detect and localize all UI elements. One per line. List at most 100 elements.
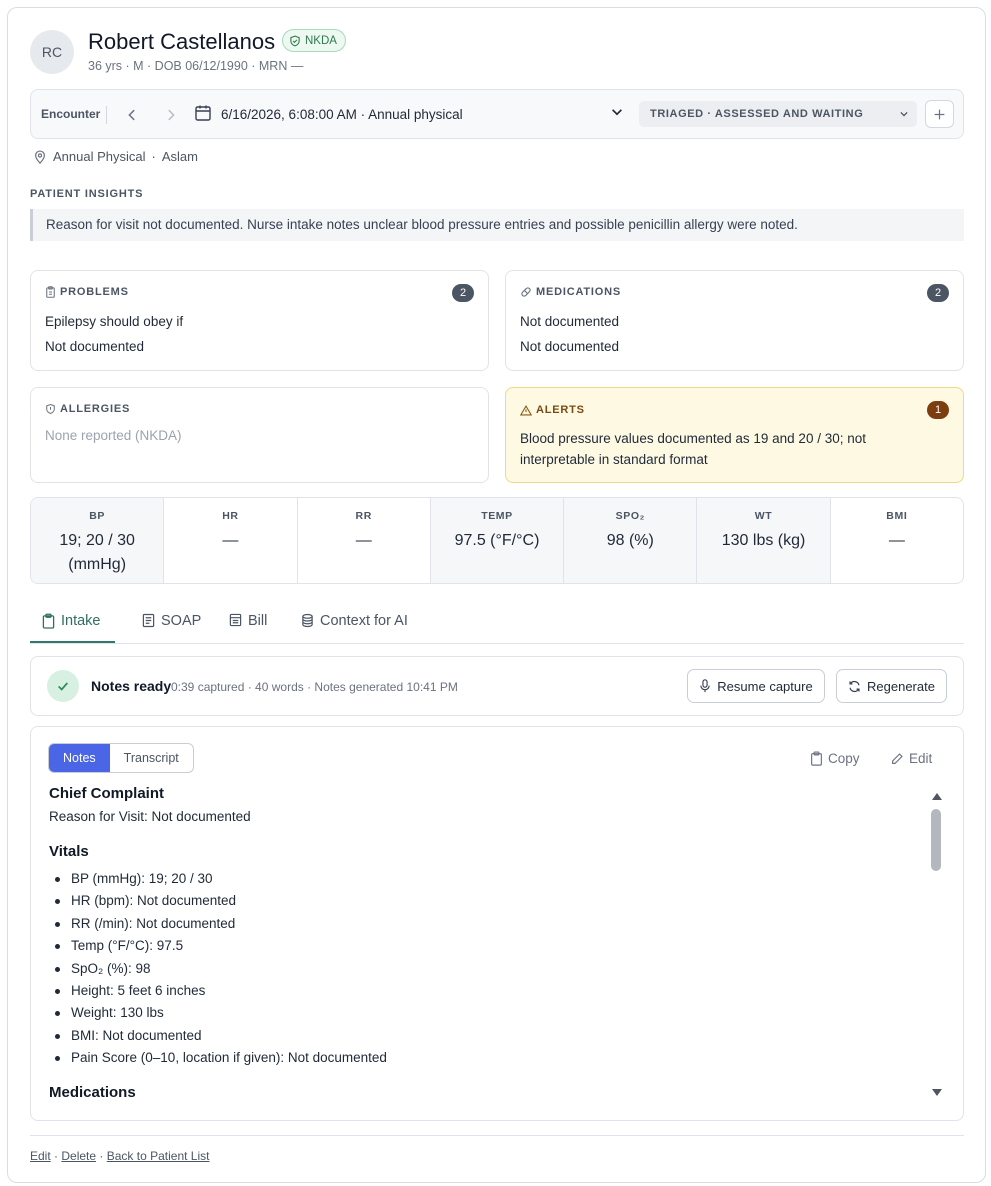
notes-view-toggle: Notes Transcript	[48, 743, 194, 773]
avatar-initials: RC	[41, 44, 63, 60]
vital-value: 130 lbs (kg)	[721, 532, 806, 549]
chevron-left-icon	[128, 109, 135, 121]
notes-ready-title: Notes ready	[91, 678, 172, 694]
problems-title-row: PROBLEMS	[45, 286, 129, 298]
tab-label: SOAP	[161, 613, 202, 629]
pencil-icon	[892, 753, 903, 764]
chief-complaint-text: Reason for Visit: Not documented	[49, 809, 251, 824]
vital-bmi: BMI —	[831, 498, 963, 583]
divider	[106, 106, 107, 124]
encounter-status-value: TRIAGED · ASSESSED AND WAITING	[650, 108, 864, 120]
previous-encounter-button[interactable]	[121, 104, 143, 126]
problem-item: Epilepsy should obey if	[45, 314, 184, 329]
list-item: Weight: 130 lbs	[49, 1002, 929, 1024]
provider-name: Aslam	[161, 149, 198, 164]
encounter-bar: Encounter 6/16/2026, 6:08:00 AM · Annual…	[30, 89, 964, 139]
list-item: BP (mmHg): 19; 20 / 30	[49, 868, 929, 890]
list-item: Height: 5 feet 6 inches	[49, 980, 929, 1002]
clipboard-icon	[42, 613, 55, 629]
refresh-icon	[849, 680, 860, 692]
vital-wt: WT 130 lbs (kg)	[697, 498, 831, 583]
location-name: Annual Physical	[53, 149, 146, 164]
chief-complaint-heading: Chief Complaint	[49, 785, 164, 802]
encounter-datetime[interactable]: 6/16/2026, 6:08:00 AM · Annual physical	[221, 107, 463, 122]
medication-item: Not documented	[520, 314, 620, 329]
allergy-badge-label: NKDA	[305, 34, 337, 47]
receipt-icon	[229, 613, 242, 627]
calendar-icon	[194, 104, 212, 125]
vital-value: 98 (%)	[606, 532, 654, 549]
notes-toggle-button[interactable]: Notes	[49, 744, 110, 772]
clipboard-icon	[46, 286, 55, 298]
vital-spo2: SPO₂ 98 (%)	[564, 498, 698, 583]
encounter-location: Annual Physical · Aslam	[33, 149, 198, 164]
vital-label: TEMP	[481, 510, 513, 522]
allergy-badge: NKDA	[282, 29, 346, 52]
vital-value: —	[222, 532, 239, 549]
list-item: Pain Score (0–10, location if given): No…	[49, 1047, 929, 1069]
problems-card: PROBLEMS 2 Epilepsy should obey if Not d…	[30, 270, 489, 371]
resume-capture-button[interactable]: Resume capture	[687, 669, 825, 703]
tab-label: Bill	[248, 613, 268, 629]
vital-hr: HR —	[164, 498, 298, 583]
shield-icon	[46, 403, 55, 415]
alerts-title-row: ALERTS	[520, 404, 585, 416]
patient-meta: 36 yrs · M · DOB 06/12/1990 · MRN —	[88, 59, 304, 73]
avatar: RC	[30, 30, 74, 74]
notes-ready-bar: Notes ready 0:39 captured · 40 words · N…	[30, 656, 964, 716]
medications-title: MEDICATIONS	[536, 286, 621, 298]
copy-label: Copy	[828, 751, 860, 766]
edit-link[interactable]: Edit	[30, 1149, 51, 1163]
tab-bill[interactable]: Bill	[229, 613, 267, 643]
encounter-status-select[interactable]: TRIAGED · ASSESSED AND WAITING	[639, 101, 917, 127]
encounter-dropdown-button[interactable]	[610, 105, 624, 122]
map-pin-icon	[35, 149, 45, 164]
tab-intake[interactable]: Intake	[30, 613, 115, 643]
notes-ready-meta: 0:39 captured · 40 words · Notes generat…	[171, 680, 458, 694]
resume-capture-label: Resume capture	[717, 678, 813, 694]
regenerate-label: Regenerate	[867, 678, 935, 694]
microphone-icon	[700, 679, 710, 693]
problem-item: Not documented	[45, 339, 145, 354]
vital-value: —	[888, 532, 905, 549]
shield-check-icon	[290, 35, 300, 46]
back-to-patient-list-link[interactable]: Back to Patient List	[107, 1149, 210, 1163]
encounter-label: Encounter	[41, 107, 101, 121]
next-encounter-button[interactable]	[160, 104, 182, 126]
chevron-right-icon	[168, 109, 175, 121]
transcript-toggle-button[interactable]: Transcript	[110, 744, 193, 772]
allergies-title-row: ALLERGIES	[45, 403, 130, 415]
tab-label: Intake	[61, 613, 101, 629]
list-item: Temp (°F/°C): 97.5	[49, 935, 929, 957]
edit-notes-button[interactable]: Edit	[891, 751, 932, 766]
scroll-down-arrow-icon[interactable]	[932, 1089, 942, 1096]
tab-soap[interactable]: SOAP	[142, 613, 201, 643]
document-icon	[142, 613, 155, 628]
footer-links: Edit · Delete · Back to Patient List	[30, 1149, 209, 1163]
medication-item: Not documented	[520, 339, 620, 354]
copy-button[interactable]: Copy	[810, 751, 860, 766]
problems-count-badge: 2	[452, 284, 474, 302]
scroll-up-arrow-icon[interactable]	[932, 793, 942, 800]
patient-name: Robert Castellanos	[88, 29, 276, 54]
vital-label: BP	[89, 510, 106, 522]
vital-value: —	[355, 532, 372, 549]
alert-text: Blood pressure values documented as 19 a…	[520, 431, 866, 467]
vital-value: 19; 20 / 30 (mmHg)	[59, 532, 135, 573]
tab-context-for-ai[interactable]: Context for AI	[301, 613, 408, 643]
vital-temp: TEMP 97.5 (°F/°C)	[430, 498, 565, 583]
encounter-page: RC Robert Castellanos NKDA 36 yrs · M · …	[7, 7, 986, 1183]
regenerate-button[interactable]: Regenerate	[836, 669, 947, 703]
encounter-tabs: Intake SOAP Bill Context for AI	[30, 608, 964, 644]
database-icon	[302, 613, 313, 628]
divider	[30, 1135, 964, 1136]
insights-text: Reason for visit not documented. Nurse i…	[30, 209, 964, 241]
delete-link[interactable]: Delete	[61, 1149, 96, 1163]
vitals-strip: BP 19; 20 / 30 (mmHg) HR — RR — TEMP 97.…	[30, 497, 964, 584]
add-encounter-button[interactable]	[925, 100, 954, 128]
scrollbar-thumb[interactable]	[931, 809, 941, 871]
medications-title-row: MEDICATIONS	[520, 286, 621, 298]
notes-panel: Notes Transcript Copy Edit Chief Complai…	[30, 726, 964, 1121]
list-item: BMI: Not documented	[49, 1025, 929, 1047]
warning-icon	[520, 404, 532, 415]
